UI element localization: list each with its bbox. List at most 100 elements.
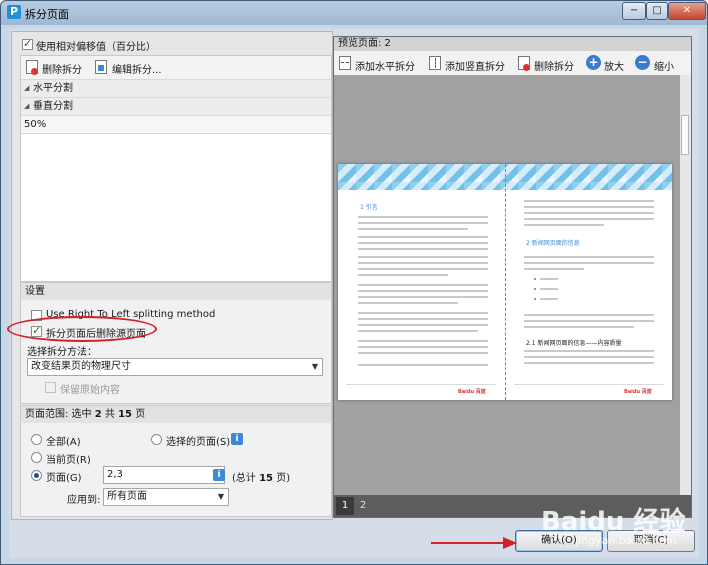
zoom-in-label[interactable]: 放大	[604, 58, 624, 73]
maximize-button[interactable]: □	[646, 2, 668, 20]
delete-split-icon	[518, 56, 530, 71]
text-line	[524, 314, 654, 316]
apply-to-label: 应用到:	[67, 495, 101, 506]
baidu-logo: Baidu 百度	[458, 389, 486, 395]
text-line	[524, 362, 654, 364]
annotation-ellipse	[7, 316, 157, 342]
tree-item-vertical[interactable]: ◢ 垂直分割	[21, 98, 331, 116]
text-line	[540, 278, 558, 280]
left-page-heading: 1 引言	[360, 204, 378, 211]
watermark-logo: Baidu 经验	[541, 507, 686, 537]
close-button[interactable]: ✕	[668, 2, 706, 20]
tree-item-50-percent[interactable]: 50%	[21, 116, 331, 134]
text-line	[358, 216, 488, 218]
collapse-arrow-icon: ◢	[24, 84, 30, 92]
add-vertical-split-button[interactable]: 添加竖直拆分	[445, 58, 505, 73]
zoom-out-icon[interactable]: −	[635, 55, 650, 70]
page-range-section: 页面范围: 选中 2 共 15 页 全部(A) 选择的页面(S) i 当前页(R…	[20, 405, 332, 517]
page-range-prefix: 页面范围: 选中	[25, 409, 92, 420]
page-range-total-count: 15	[118, 409, 133, 420]
total-suffix: 页)	[276, 473, 291, 484]
current-page-radio[interactable]	[31, 452, 42, 463]
tree-item-horizontal[interactable]: ◢ 水平分割	[21, 80, 331, 98]
delete-split-button[interactable]: 删除拆分	[42, 61, 82, 76]
preview-header: 预览页面: 2	[334, 37, 691, 51]
info-icon[interactable]: i	[213, 469, 225, 481]
sub-heading: 2.1 新闻网页面的信息——内容质量	[526, 340, 622, 347]
text-line	[524, 356, 654, 358]
add-horizontal-split-button[interactable]: 添加水平拆分	[355, 58, 415, 73]
bullet	[534, 298, 536, 300]
info-icon[interactable]: i	[231, 433, 243, 445]
zoom-in-icon[interactable]: +	[586, 55, 601, 70]
text-line	[540, 288, 558, 290]
text-line	[524, 262, 654, 264]
delete-split-icon	[26, 60, 38, 75]
tree-item-label: 水平分割	[33, 83, 73, 94]
pages-label: 页面(G)	[46, 473, 82, 484]
selected-pages-radio[interactable]	[151, 434, 162, 445]
all-pages-radio[interactable]	[31, 434, 42, 445]
vertical-split-line[interactable]	[505, 164, 506, 400]
preview-canvas[interactable]: 1 引言 Baidu 百度 2 新闻网页面的信息 2.1 新闻网页面的信息——内…	[334, 75, 680, 495]
page-range-mid: 共	[104, 409, 115, 420]
text-line	[358, 290, 488, 292]
text-line	[358, 296, 488, 298]
text-line	[524, 224, 604, 226]
total-value: 15	[259, 473, 274, 484]
split-method-value: 改变结果页的物理尺寸	[31, 361, 131, 372]
use-relative-offset-checkbox[interactable]	[22, 37, 33, 50]
tree-item-label: 50%	[24, 119, 47, 130]
apply-to-select[interactable]: 所有页面 ▼	[103, 488, 229, 506]
page-range-selected-count: 2	[94, 409, 102, 420]
text-line	[358, 222, 488, 224]
page-1-button[interactable]: 1	[336, 497, 354, 515]
pages-input[interactable]: 2,3	[103, 466, 225, 484]
page-2-button[interactable]: 2	[354, 497, 372, 515]
current-page-label: 当前页(R)	[46, 455, 91, 466]
text-line	[524, 350, 654, 352]
split-settings-panel: 使用相对偏移值（百分比） 删除拆分 编辑拆分... ◢ 水平分割	[11, 31, 333, 520]
text-line	[524, 212, 654, 214]
text-line	[358, 318, 488, 320]
page-range-header-text: 页面范围: 选中 2 共 15 页	[25, 406, 145, 423]
text-line	[358, 364, 488, 366]
selected-pages-label: 选择的页面(S)	[166, 437, 231, 448]
text-line	[358, 346, 488, 348]
edit-split-button[interactable]: 编辑拆分...	[112, 61, 162, 76]
text-line	[524, 268, 584, 270]
text-line	[358, 256, 488, 258]
pages-radio[interactable]	[31, 470, 42, 481]
bullet	[534, 288, 536, 290]
footer-line	[514, 384, 664, 385]
text-line	[358, 228, 468, 230]
edit-split-icon	[95, 60, 107, 74]
minimize-button[interactable]: −	[622, 2, 646, 20]
text-line	[358, 274, 448, 276]
preview-delete-split-button[interactable]: 删除拆分	[534, 58, 574, 73]
collapse-arrow-icon: ◢	[24, 102, 30, 110]
preview-toolbar: 添加水平拆分 添加竖直拆分 删除拆分 + 放大 − 缩小	[334, 51, 691, 76]
zoom-out-label[interactable]: 缩小	[654, 58, 674, 73]
settings-header-label: 设置	[25, 286, 45, 297]
split-method-label: 选择拆分方法：	[27, 347, 97, 358]
chevron-down-icon: ▼	[217, 492, 224, 501]
bullet	[534, 278, 536, 280]
text-line	[524, 320, 654, 322]
text-line	[524, 326, 634, 328]
vertical-scrollbar[interactable]	[680, 75, 691, 495]
page-range-header: 页面范围: 选中 2 共 15 页	[21, 406, 331, 423]
window-title: 拆分页面	[25, 8, 69, 21]
apply-to-value: 所有页面	[107, 491, 147, 502]
baidu-logo: Baidu 百度	[624, 389, 652, 395]
split-method-select[interactable]: 改变结果页的物理尺寸 ▼	[27, 358, 323, 376]
settings-header: 设置	[21, 283, 331, 300]
dialog-body: 使用相对偏移值（百分比） 删除拆分 编辑拆分... ◢ 水平分割	[9, 29, 699, 558]
text-line	[524, 200, 654, 202]
text-line	[358, 242, 488, 244]
text-line	[358, 324, 488, 326]
scrollbar-thumb[interactable]	[681, 115, 689, 155]
right-page-heading: 2 新闻网页面的信息	[526, 240, 580, 247]
keep-content-checkbox[interactable]	[45, 382, 56, 393]
annotation-arrow-icon	[431, 537, 517, 549]
